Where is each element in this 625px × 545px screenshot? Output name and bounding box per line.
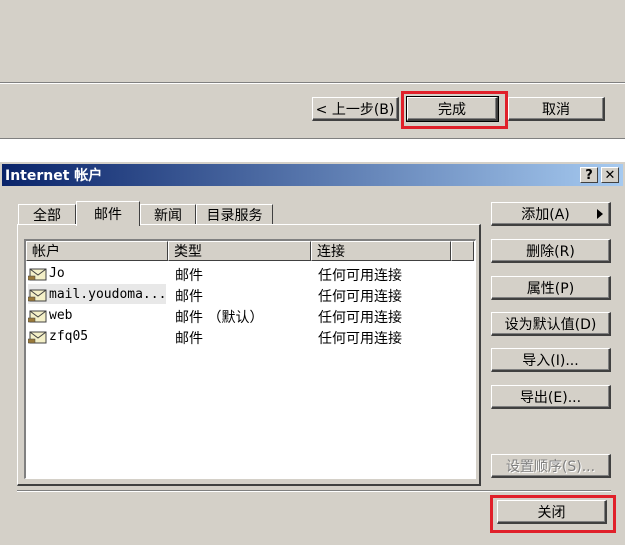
column-header-filler (451, 241, 474, 261)
add-button[interactable]: 添加(A) (491, 202, 611, 226)
mail-account-icon (28, 268, 47, 281)
list-item[interactable]: zfq05 邮件 任何可用连接 (26, 326, 474, 347)
list-item[interactable]: mail.youdoma... 邮件 任何可用连接 (26, 284, 474, 305)
account-connection: 任何可用连接 (318, 331, 402, 347)
account-type: 邮件 (175, 268, 203, 284)
import-button[interactable]: 导入(I)... (491, 348, 611, 372)
list-item[interactable]: Jo 邮件 任何可用连接 (26, 263, 474, 284)
back-button[interactable]: < 上一步(B) (312, 97, 399, 121)
close-highlight-box (490, 495, 616, 533)
list-item[interactable]: web 邮件 （默认） 任何可用连接 (26, 305, 474, 326)
export-button[interactable]: 导出(E)... (491, 385, 611, 409)
account-name-cell: zfq05 (28, 326, 88, 346)
tab-directory-service[interactable]: 目录服务 (196, 204, 273, 224)
column-header-connection[interactable]: 连接 (311, 241, 451, 261)
account-connection: 任何可用连接 (318, 310, 402, 326)
account-name: mail.youdoma... (49, 286, 167, 302)
mail-account-icon (28, 310, 47, 323)
tab-news[interactable]: 新闻 (140, 204, 196, 224)
wizard-window: < 上一步(B) 完成 取消 (0, 0, 625, 139)
wizard-separator (0, 82, 625, 84)
account-name: zfq05 (49, 328, 89, 344)
account-type: 邮件 (175, 289, 203, 305)
account-type: 邮件 (175, 331, 203, 347)
add-button-label: 添加(A) (521, 206, 570, 223)
remove-button[interactable]: 删除(R) (491, 239, 611, 263)
submenu-arrow-icon (597, 209, 603, 219)
cancel-button[interactable]: 取消 (508, 97, 605, 121)
mail-account-icon (28, 289, 47, 302)
account-name: web (49, 307, 73, 323)
bottom-separator (17, 490, 611, 492)
mail-account-icon (28, 331, 47, 344)
properties-button[interactable]: 属性(P) (491, 276, 611, 300)
account-name-cell: mail.youdoma... (28, 284, 167, 304)
finish-highlight-box (401, 91, 508, 129)
account-name: Jo (49, 265, 65, 281)
internet-accounts-dialog: Internet 帐户 ? ✕ 全部 邮件 新闻 目录服务 帐户 类型 连接 J… (0, 162, 625, 545)
column-header-type[interactable]: 类型 (168, 241, 311, 261)
column-header-account[interactable]: 帐户 (26, 241, 168, 261)
set-default-button[interactable]: 设为默认值(D) (491, 312, 611, 336)
account-name-cell: web (28, 305, 72, 325)
tab-all[interactable]: 全部 (18, 204, 76, 224)
dialog-title: Internet 帐户 (5, 168, 103, 184)
account-type: 邮件 （默认） (175, 310, 264, 326)
close-icon[interactable]: ✕ (601, 167, 619, 183)
accounts-list[interactable]: 帐户 类型 连接 Jo 邮件 任何可用连接 mail.youdoma... 邮件… (24, 239, 476, 479)
account-name-cell: Jo (28, 263, 65, 283)
set-order-button[interactable]: 设置顺序(S)... (491, 454, 611, 478)
tab-mail[interactable]: 邮件 (76, 201, 140, 226)
account-connection: 任何可用连接 (318, 289, 402, 305)
help-button[interactable]: ? (580, 167, 598, 183)
account-connection: 任何可用连接 (318, 268, 402, 284)
dialog-titlebar: Internet 帐户 ? ✕ (2, 164, 623, 186)
